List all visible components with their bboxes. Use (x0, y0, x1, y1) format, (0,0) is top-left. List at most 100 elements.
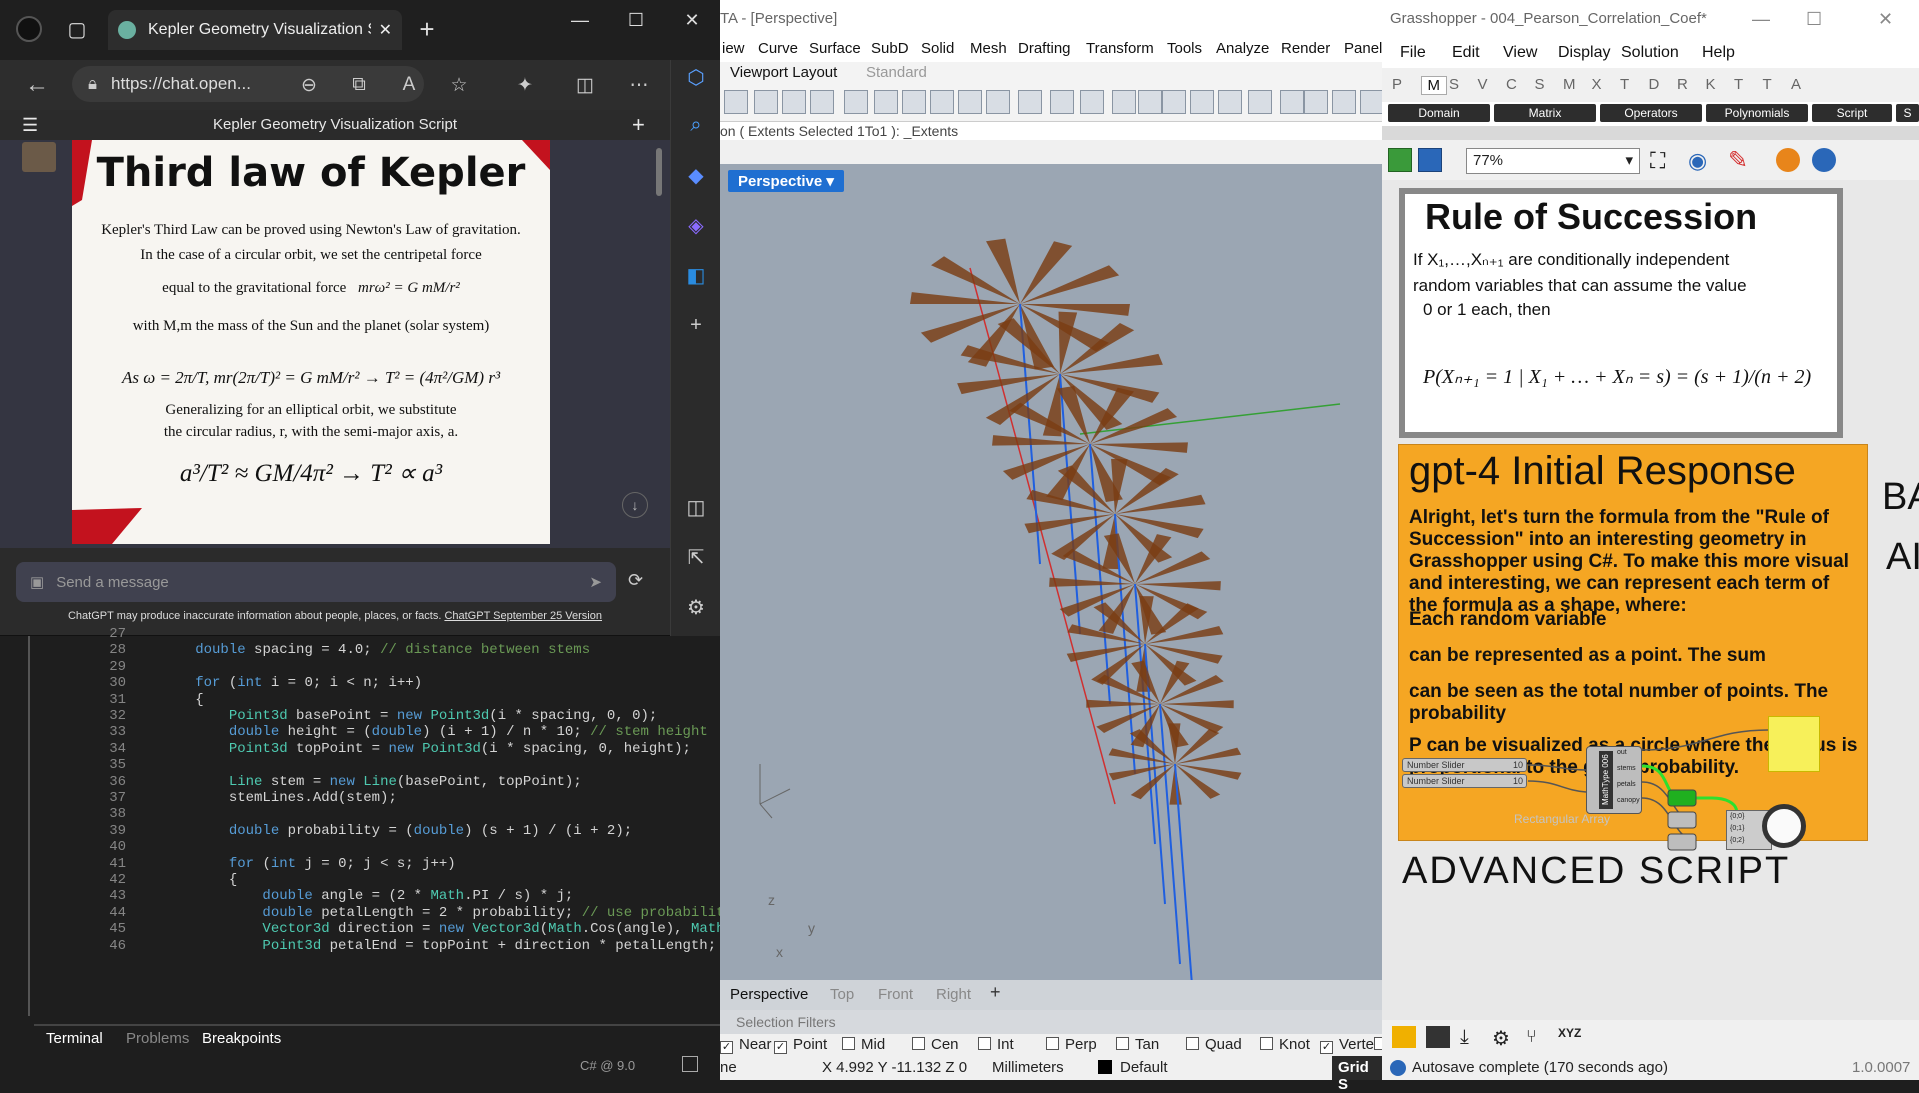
perspective-viewport[interactable]: Perspective ▾ z y x (720, 164, 1382, 980)
toolbar-tool-icon[interactable] (1080, 90, 1104, 114)
fork-icon[interactable]: ⑂ (1526, 1026, 1537, 1047)
toolbar-tool-icon[interactable] (810, 90, 834, 114)
toolbar-tool-icon[interactable] (958, 90, 982, 114)
maximize-icon[interactable]: ☐ (608, 0, 664, 40)
favorite-star-icon[interactable]: ☆ (440, 67, 478, 103)
toolbar-tool-icon[interactable] (1138, 90, 1162, 114)
toolbar-tool-icon[interactable] (1280, 90, 1304, 114)
toolbar-tool-icon[interactable] (782, 90, 806, 114)
cat-more[interactable]: S (1896, 104, 1919, 122)
zoom-out-icon[interactable]: ⊖ (290, 67, 328, 103)
new-tab-icon[interactable]: + (410, 12, 444, 46)
gh-tab-c[interactable]: C (1506, 76, 1517, 93)
menu-panels[interactable]: Paneli (1344, 40, 1386, 57)
outlook-icon[interactable]: ◧ (679, 258, 713, 292)
xyz-icon[interactable]: XYZ (1558, 1026, 1581, 1040)
gh-tab-p[interactable]: P (1392, 76, 1402, 93)
toolbar-tool-icon[interactable] (930, 90, 954, 114)
gh-canvas[interactable]: Rule of Succession If X₁,…,Xₙ₊₁ are cond… (1382, 180, 1919, 1020)
toolbar-tool-icon[interactable] (986, 90, 1010, 114)
read-aloud-icon[interactable]: A (390, 67, 428, 103)
toolbar-tool-icon[interactable] (1050, 90, 1074, 114)
gh-tab-m[interactable]: M (1563, 76, 1576, 93)
toolbar-tool-icon[interactable] (1304, 90, 1328, 114)
zoom-dropdown[interactable]: 77% ▾ (1466, 148, 1640, 174)
search-icon[interactable]: ⌕ (679, 108, 713, 142)
disclaimer-link[interactable]: ChatGPT September 25 Version (444, 610, 602, 622)
gh-tab-k[interactable]: K (1706, 76, 1716, 93)
settings-gear-icon[interactable]: ⚙ (679, 590, 713, 624)
tab-actions-icon[interactable]: ▢ (60, 12, 94, 46)
osnap-quad[interactable]: Quad (1186, 1036, 1242, 1053)
gh-tab-x[interactable]: X (1592, 76, 1602, 93)
osnap-checkbox[interactable] (842, 1037, 855, 1050)
toolbar-tool-icon[interactable] (844, 90, 868, 114)
vtab-right[interactable]: Right (936, 986, 971, 1003)
gh-tab-r[interactable]: R (1677, 76, 1688, 93)
gh-tab-t[interactable]: T (1620, 76, 1629, 93)
osnap-checkbox[interactable]: ✓ (774, 1041, 787, 1054)
menu-tools[interactable]: Tools (1167, 40, 1202, 57)
gh-menu-edit[interactable]: Edit (1452, 44, 1480, 62)
osnap-checkbox[interactable]: ✓ (720, 1041, 733, 1054)
osnap-tan[interactable]: Tan (1116, 1036, 1159, 1053)
tab-viewport-layout[interactable]: Viewport Layout (730, 64, 837, 81)
attach-image-icon[interactable]: ▣ (30, 573, 44, 591)
toolbar-tool-icon[interactable] (1162, 90, 1186, 114)
split-screen-icon[interactable]: ◫ (566, 67, 604, 103)
gh-menu-solution[interactable]: Solution (1621, 44, 1679, 62)
status-layer[interactable]: Default (1120, 1059, 1168, 1076)
gh-maximize-icon[interactable]: ☐ (1806, 0, 1822, 38)
rhino-command-line[interactable]: on ( Extents Selected 1To1 ): _Extents (720, 122, 1382, 140)
close-window-icon[interactable]: ✕ (664, 0, 720, 40)
toolbar-tool-icon[interactable] (902, 90, 926, 114)
toolbar-tool-icon[interactable] (1018, 90, 1042, 114)
script-editor-icon[interactable] (1426, 1026, 1450, 1048)
message-input[interactable]: ▣ Send a message ➤ (16, 562, 616, 602)
tab-breakpoints[interactable]: Breakpoints (202, 1030, 281, 1047)
toolbar-tool-icon[interactable] (1248, 90, 1272, 114)
yellow-panel[interactable] (1768, 716, 1820, 772)
toolbar-tool-icon[interactable] (874, 90, 898, 114)
hamburger-menu-icon[interactable]: ☰ (22, 110, 38, 140)
osnap-int[interactable]: Int (978, 1036, 1014, 1053)
gh-tab-a[interactable]: A (1791, 76, 1801, 93)
tab-standard[interactable]: Standard (866, 64, 927, 81)
menu-render[interactable]: Render (1281, 40, 1330, 57)
send-icon[interactable]: ➤ (589, 573, 602, 591)
gh-preview-component[interactable] (1667, 789, 1697, 807)
refresh-icon[interactable]: ⟳ (628, 570, 643, 591)
csharp-script-component[interactable]: MathType 006 out stems petals canopy (1586, 746, 1642, 814)
grid-snap-toggle[interactable]: Grid S (1332, 1056, 1382, 1093)
cluster-icon[interactable]: ⚙ (1492, 1026, 1510, 1051)
zoom-extents-icon[interactable]: ⛶ (1650, 148, 1665, 174)
menu-view[interactable]: iew (722, 40, 745, 57)
toolbar-tool-icon[interactable] (754, 90, 778, 114)
osnap-checkbox[interactable] (1046, 1037, 1059, 1050)
scroll-down-icon[interactable]: ↓ (622, 492, 648, 518)
chat-scrollbar[interactable] (656, 148, 662, 196)
osnap-knot[interactable]: Knot (1260, 1036, 1310, 1053)
more-menu-icon[interactable]: ⋯ (620, 67, 658, 103)
menu-curve[interactable]: Curve (758, 40, 798, 57)
cat-script[interactable]: Script (1812, 104, 1892, 122)
menu-analyze[interactable]: Analyze (1216, 40, 1269, 57)
osnap-mid[interactable]: Mid (842, 1036, 885, 1053)
menu-solid[interactable]: Solid (921, 40, 954, 57)
gh-preview-component[interactable] (1667, 833, 1697, 851)
bake-icon[interactable] (1392, 1026, 1416, 1048)
tab-terminal[interactable]: Terminal (46, 1030, 103, 1047)
cat-matrix[interactable]: Matrix (1494, 104, 1596, 122)
download-icon[interactable]: ⤓ (1460, 1026, 1469, 1049)
toolbar-tool-icon[interactable] (1190, 90, 1214, 114)
menu-drafting[interactable]: Drafting (1018, 40, 1071, 57)
preview-eye-icon[interactable]: ◉ (1688, 148, 1707, 174)
add-sidebar-app-icon[interactable]: + (679, 308, 713, 342)
selection-filters[interactable]: Selection Filters (720, 1010, 1382, 1034)
vtab-top[interactable]: Top (830, 986, 854, 1003)
new-chat-icon[interactable]: + (632, 110, 645, 140)
status-units[interactable]: Millimeters (992, 1059, 1064, 1076)
gh-tab-d[interactable]: D (1649, 76, 1660, 93)
browser-tab-active[interactable]: Kepler Geometry Visualization Sc ✕ (108, 10, 402, 50)
viewport-dropdown-icon[interactable]: ▾ (826, 173, 834, 190)
